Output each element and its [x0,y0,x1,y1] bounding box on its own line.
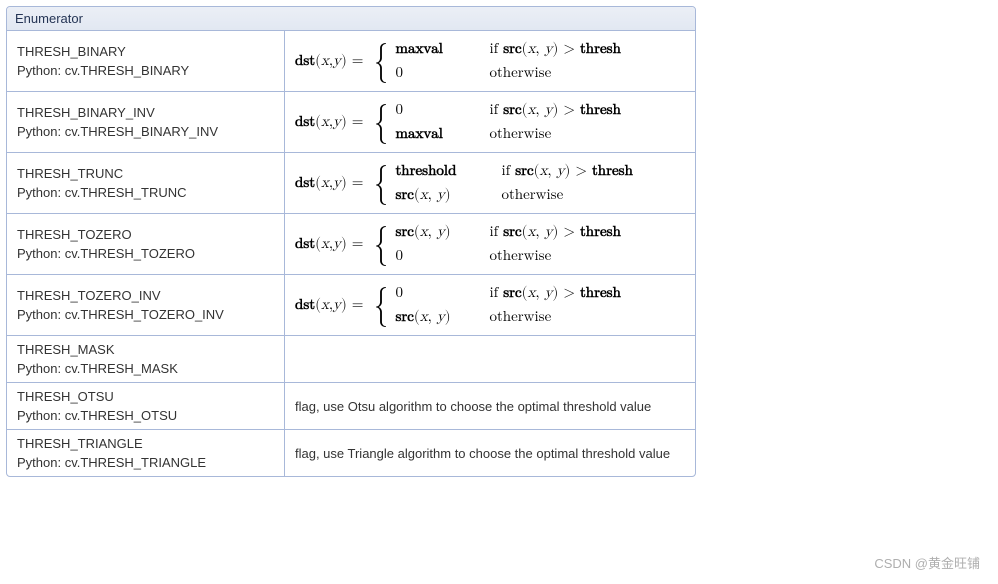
formula-lhs: dst(x, y) = [295,52,363,70]
table-body: THRESH_BINARYPython: cv.THRESH_BINARYdst… [7,31,695,476]
enum-desc-cell: dst(x, y) = {maxvalif src(x, y) > thresh… [285,31,695,92]
formula-cases: maxvalif src(x, y) > thresh0otherwise [395,37,620,85]
table-row: THRESH_TRIANGLE Python: cv.THRESH_TRIANGL… [7,430,695,476]
python-name: Python: cv.THRESH_MASK [17,361,274,376]
python-name: Python: cv.THRESH_TOZERO [17,246,274,261]
formula-cases: 0if src(x, y) > threshmaxvalotherwise [395,98,620,146]
enum-name: THRESH_OTSU [17,389,274,404]
enum-name-cell: THRESH_TRIANGLE Python: cv.THRESH_TRIANGL… [7,430,285,476]
enum-desc-cell: dst(x, y) = {0if src(x, y) > threshsrc(x… [285,275,695,336]
table-row: THRESH_BINARY Python: cv.THRESH_BINARY dst… [7,31,695,92]
python-name: Python: cv.THRESH_TRUNC [17,185,274,200]
table-row: THRESH_TOZERO Python: cv.THRESH_TOZERO dst… [7,214,695,275]
enum-name: THRESH_TRIANGLE [17,436,274,451]
enum-name: THRESH_MASK [17,342,274,357]
brace-icon: { [374,163,388,203]
table-row: THRESH_BINARY_INV Python: cv.THRESH_BINAR… [7,92,695,153]
table-row: THRESH_OTSU Python: cv.THRESH_OTSU flag, u… [7,383,695,430]
enum-desc-cell: flag, use Triangle algorithm to choose t… [285,430,695,476]
brace-icon: { [374,285,388,325]
enum-name: THRESH_BINARY_INV [17,105,274,120]
formula-lhs: dst(x, y) = [295,113,363,131]
enum-name: THRESH_BINARY [17,44,274,59]
enum-desc-cell [285,336,695,383]
python-name: Python: cv.THRESH_BINARY [17,63,274,78]
enum-desc-cell: dst(x, y) = {0if src(x, y) > threshmaxva… [285,92,695,153]
enum-desc-cell: flag, use Otsu algorithm to choose the o… [285,383,695,430]
formula-cases: thresholdif src(x, y) > threshsrc(x, y)o… [395,159,632,207]
table-header: Enumerator [7,7,695,31]
enum-desc-cell: dst(x, y) = {src(x, y)if src(x, y) > thr… [285,214,695,275]
formula: dst(x, y) = {thresholdif src(x, y) > thr… [295,159,685,207]
formula: dst(x, y) = {0if src(x, y) > threshmaxva… [295,98,685,146]
formula-lhs: dst(x, y) = [295,174,363,192]
enum-desc: flag, use Triangle algorithm to choose t… [295,446,670,461]
enum-name: THRESH_TOZERO_INV [17,288,274,303]
formula-lhs: dst(x, y) = [295,235,363,253]
enum-desc: flag, use Otsu algorithm to choose the o… [295,399,651,414]
formula-cases: 0if src(x, y) > threshsrc(x, y)otherwise [395,281,620,329]
table-row: THRESH_MASK Python: cv.THRESH_MASK [7,336,695,383]
formula: dst(x, y) = {src(x, y)if src(x, y) > thr… [295,220,685,268]
brace-icon: { [374,41,388,81]
python-name: Python: cv.THRESH_OTSU [17,408,274,423]
enum-name-cell: THRESH_TOZERO Python: cv.THRESH_TOZERO [7,214,285,275]
enum-desc-cell: dst(x, y) = {thresholdif src(x, y) > thr… [285,153,695,214]
formula-cases: src(x, y)if src(x, y) > thresh0otherwise [395,220,620,268]
table-row: THRESH_TRUNC Python: cv.THRESH_TRUNC dst(x… [7,153,695,214]
brace-icon: { [374,102,388,142]
enumerator-table: Enumerator THRESH_BINARY Python: cv.THRES… [6,6,696,477]
brace-icon: { [374,224,388,264]
enum-name-cell: THRESH_TRUNC Python: cv.THRESH_TRUNC [7,153,285,214]
enum-name-cell: THRESH_BINARY Python: cv.THRESH_BINARY [7,31,285,92]
python-name: Python: cv.THRESH_BINARY_INV [17,124,274,139]
enum-name-cell: THRESH_TOZERO_INV Python: cv.THRESH_TOZER… [7,275,285,336]
enum-name: THRESH_TOZERO [17,227,274,242]
enum-name: THRESH_TRUNC [17,166,274,181]
python-name: Python: cv.THRESH_TRIANGLE [17,455,274,470]
formula-lhs: dst(x, y) = [295,296,363,314]
formula: dst(x, y) = {0if src(x, y) > threshsrc(x… [295,281,685,329]
formula: dst(x, y) = {maxvalif src(x, y) > thresh… [295,37,685,85]
watermark: CSDN @黄金旺铺 [874,553,980,572]
python-name: Python: cv.THRESH_TOZERO_INV [17,307,274,322]
enum-name-cell: THRESH_MASK Python: cv.THRESH_MASK [7,336,285,383]
table-row: THRESH_TOZERO_INV Python: cv.THRESH_TOZER… [7,275,695,336]
enum-name-cell: THRESH_BINARY_INV Python: cv.THRESH_BINAR… [7,92,285,153]
enum-name-cell: THRESH_OTSU Python: cv.THRESH_OTSU [7,383,285,430]
